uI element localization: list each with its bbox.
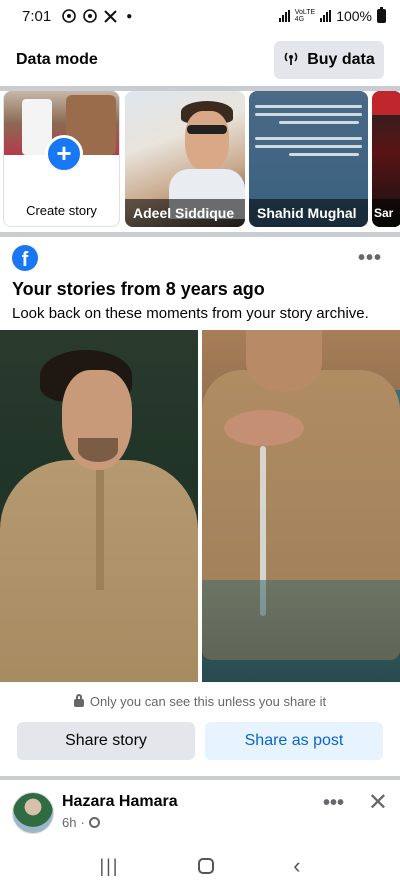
close-icon[interactable]: ✕ (368, 788, 388, 817)
recent-apps-icon[interactable]: ||| (99, 856, 119, 877)
story-text-line (255, 137, 362, 140)
photo-face (246, 330, 322, 392)
plus-icon[interactable]: + (45, 135, 83, 173)
x-icon (103, 9, 118, 24)
whatsapp-icon (61, 9, 76, 24)
post-more-options-icon[interactable]: ••• (323, 792, 344, 815)
broadcast-icon (283, 50, 299, 71)
buy-data-button[interactable]: Buy data (274, 41, 384, 79)
stories-row[interactable]: + Create story Adeel Siddique Shahid Mug… (0, 91, 400, 231)
post-header: Hazara Hamara 6h · ••• ✕ (0, 780, 400, 844)
status-right: VoLTE 4G 100% (278, 7, 386, 24)
battery-icon (377, 7, 386, 23)
photo-sea (202, 580, 400, 682)
signal-icon (320, 10, 332, 22)
privacy-note-text: Only you can see this unless you share i… (89, 694, 327, 709)
network-label: VoLTE 4G (295, 9, 316, 23)
post-time: 6h (62, 815, 77, 830)
data-mode-bar: Data mode Buy data (0, 36, 400, 84)
story-card[interactable]: Adeel Siddique (125, 91, 245, 227)
post-meta: 6h · (62, 815, 100, 830)
lock-icon (73, 694, 84, 707)
create-story-card[interactable]: + Create story (3, 91, 120, 227)
4g-label: 4G (294, 16, 305, 23)
memory-photo[interactable] (202, 330, 400, 682)
story-text-line (255, 105, 362, 108)
meta-separator: · (80, 815, 85, 830)
memory-title: Your stories from 8 years ago (12, 279, 265, 299)
home-icon[interactable] (198, 858, 215, 874)
privacy-note: Only you can see this unless you share i… (0, 694, 400, 709)
facebook-logo-icon: f (12, 245, 38, 271)
share-as-post-button[interactable]: Share as post (205, 722, 383, 760)
create-story-label: Create story (26, 203, 97, 218)
memory-photos[interactable] (0, 330, 400, 682)
buy-data-label: Buy data (307, 51, 375, 68)
story-banner (372, 91, 400, 115)
story-text-line (289, 153, 359, 156)
battery-percent: 100% (336, 8, 372, 24)
photo-placket (96, 470, 104, 590)
system-nav-bar: ||| ‹ (0, 844, 400, 888)
more-options-icon[interactable]: ••• (358, 247, 382, 270)
story-author-name: Adeel Siddique (125, 199, 245, 227)
status-time: 7:01 (22, 7, 52, 25)
whatsapp-icon (82, 9, 97, 24)
back-icon[interactable]: ‹ (293, 853, 300, 879)
status-bar: 7:01 ● VoLTE 4G 100% (0, 0, 400, 32)
avatar[interactable] (12, 792, 54, 834)
story-author-name: Shahid Mughal (249, 199, 368, 227)
volte-label: VoLTE (294, 9, 316, 16)
status-left: 7:01 ● (22, 8, 132, 25)
globe-icon (88, 817, 100, 828)
memory-subtitle: Look back on these moments from your sto… (12, 305, 369, 322)
story-text-line (255, 145, 362, 148)
post-author-name[interactable]: Hazara Hamara (62, 793, 178, 811)
story-text-line (255, 113, 362, 116)
story-card[interactable]: Sar (372, 91, 400, 227)
data-mode-label: Data mode (16, 51, 98, 68)
story-photo-face (185, 111, 229, 171)
notification-dot-icon: ● (126, 10, 133, 22)
signal-icon (278, 10, 290, 22)
photo-hands (224, 410, 304, 446)
story-author-name: Sar (372, 199, 400, 227)
memory-card-header: f ••• Your stories from 8 years ago Look… (0, 237, 400, 329)
story-card[interactable]: Shahid Mughal (249, 91, 368, 227)
photo-beard (78, 438, 118, 462)
story-text-line (279, 121, 359, 124)
story-photo-glasses (187, 125, 227, 134)
share-story-button[interactable]: Share story (17, 722, 195, 760)
memory-photo[interactable] (0, 330, 198, 682)
